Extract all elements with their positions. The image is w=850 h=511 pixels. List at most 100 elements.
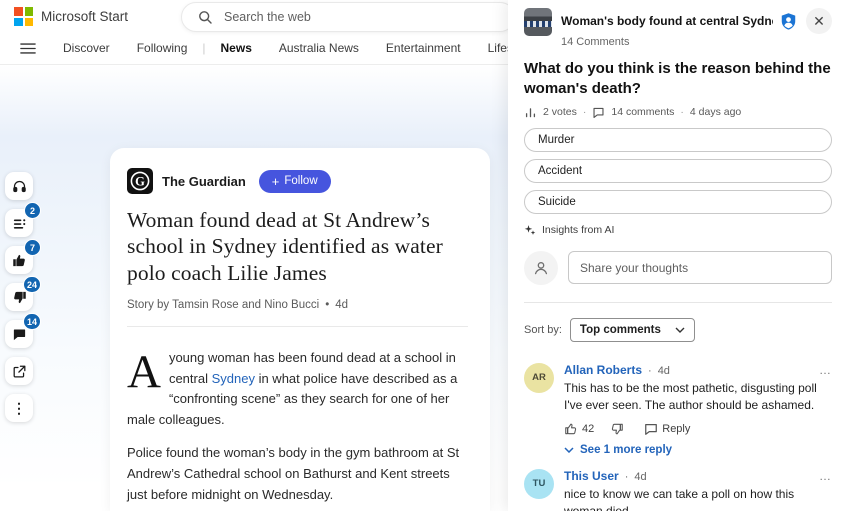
comment-text: This has to be the most pathetic, disgus… xyxy=(564,380,832,415)
article-divider xyxy=(127,326,468,327)
poll-option-murder[interactable]: Murder xyxy=(524,128,832,152)
comment-author[interactable]: Allan Roberts xyxy=(564,363,642,377)
comment-input[interactable] xyxy=(568,251,832,284)
panel-header: Woman's body found at central Sydney sch… xyxy=(524,8,832,48)
brand[interactable]: Microsoft Start xyxy=(14,7,128,26)
summarize-button[interactable]: 2 xyxy=(5,209,33,237)
sydney-link[interactable]: Sydney xyxy=(212,371,255,386)
panel-comments-count: 14 Comments xyxy=(561,36,832,48)
nav-item-news[interactable]: News xyxy=(221,41,252,55)
comment-more-icon[interactable]: … xyxy=(819,473,832,480)
upvote-button[interactable]: 7 xyxy=(5,246,33,274)
stats-separator: · xyxy=(680,106,684,118)
more-options-button[interactable]: ⋮ xyxy=(5,394,33,422)
share-icon xyxy=(12,364,27,379)
panel-header-text: Woman's body found at central Sydney sch… xyxy=(561,8,832,48)
microsoft-logo-icon xyxy=(14,7,33,26)
byline-text: Story by Tamsin Rose and Nino Bucci xyxy=(127,299,319,311)
comment-author[interactable]: This User xyxy=(564,469,619,483)
byline-separator: • xyxy=(325,299,329,311)
poll-question: What do you think is the reason behind t… xyxy=(524,59,832,99)
upvote-badge: 7 xyxy=(24,239,41,256)
downvote-button[interactable]: 24 xyxy=(5,283,33,311)
downvote-badge: 24 xyxy=(23,276,41,293)
comments-badge: 14 xyxy=(23,313,41,330)
thumbs-down-icon xyxy=(12,290,27,305)
verified-shield-icon xyxy=(779,12,798,31)
sort-label: Sort by: xyxy=(524,324,562,336)
article-byline: Story by Tamsin Rose and Nino Bucci • 4d xyxy=(127,299,470,311)
dislike-button[interactable] xyxy=(610,422,628,436)
main-nav: Discover Following | News Australia News… xyxy=(20,41,532,55)
poll-option-suicide[interactable]: Suicide xyxy=(524,190,832,214)
follow-label: Follow xyxy=(284,175,317,187)
nav-item-entertainment[interactable]: Entertainment xyxy=(386,41,461,55)
sort-value: Top comments xyxy=(580,324,661,336)
chevron-down-icon xyxy=(675,327,685,333)
ai-insights[interactable]: Insights from AI xyxy=(524,224,832,236)
see-more-label: See 1 more reply xyxy=(580,444,672,456)
plus-icon: + xyxy=(272,175,280,188)
comment-bubble-icon xyxy=(592,106,605,119)
poll-bars-icon xyxy=(524,106,537,119)
summarize-badge: 2 xyxy=(24,202,41,219)
thumbs-up-icon xyxy=(12,253,27,268)
comment-separator: · xyxy=(625,471,629,483)
sort-row: Sort by: Top comments xyxy=(524,318,832,342)
thumbs-down-icon xyxy=(610,422,624,436)
search-icon xyxy=(197,9,213,25)
comment-age: 4d xyxy=(634,471,646,483)
article-paragraph-2: Police found the woman’s body in the gym… xyxy=(127,443,470,505)
publisher-row: G The Guardian + Follow xyxy=(127,168,470,194)
poll-age: 4 days ago xyxy=(690,106,741,118)
menu-icon[interactable] xyxy=(20,42,36,55)
avatar: AR xyxy=(524,363,554,393)
sort-dropdown[interactable]: Top comments xyxy=(570,318,695,342)
panel-divider xyxy=(524,302,832,303)
guardian-logo-icon: G xyxy=(127,168,153,194)
publisher-name[interactable]: The Guardian xyxy=(162,174,246,189)
poll-option-accident[interactable]: Accident xyxy=(524,159,832,183)
nav-divider: | xyxy=(202,41,205,55)
listen-button[interactable] xyxy=(5,172,33,200)
user-avatar xyxy=(524,251,558,285)
stats-separator: · xyxy=(583,106,587,118)
comments-button[interactable]: 14 xyxy=(5,320,33,348)
drop-cap: A xyxy=(127,348,169,392)
comment-separator: · xyxy=(648,365,652,377)
nav-item-discover[interactable]: Discover xyxy=(63,41,110,55)
nav-item-following[interactable]: Following xyxy=(137,41,188,55)
poll-options: Murder Accident Suicide xyxy=(524,128,832,214)
follow-button[interactable]: + Follow xyxy=(259,170,331,193)
comment-more-icon[interactable]: … xyxy=(819,367,832,374)
svg-text:G: G xyxy=(135,175,145,189)
article-headline: Woman found dead at St Andrew’s school i… xyxy=(127,207,470,286)
reply-label: Reply xyxy=(662,423,690,435)
nav-item-australia-news[interactable]: Australia News xyxy=(279,41,359,55)
page: Microsoft Start Discover Following | New… xyxy=(0,0,850,511)
headphones-icon xyxy=(12,179,27,194)
article-paragraph-1: Ayoung woman has been found dead at a sc… xyxy=(127,348,470,430)
comment-item: AR Allan Roberts · 4d … This has to be t… xyxy=(524,363,832,456)
chevron-down-icon xyxy=(564,447,574,453)
comments-panel: Woman's body found at central Sydney sch… xyxy=(508,0,850,511)
article-card: G The Guardian + Follow Woman found dead… xyxy=(110,148,490,511)
reply-button[interactable]: Reply xyxy=(644,422,690,436)
article-thumbnail xyxy=(524,8,552,36)
close-icon[interactable]: ✕ xyxy=(806,8,832,34)
comment-text: nice to know we can take a poll on how t… xyxy=(564,486,832,511)
like-button[interactable]: 42 xyxy=(564,422,594,436)
see-more-replies[interactable]: See 1 more reply xyxy=(564,444,832,456)
more-vertical-icon: ⋮ xyxy=(12,401,26,415)
comment-icon xyxy=(12,327,27,342)
ai-insights-label: Insights from AI xyxy=(542,224,614,236)
poll-stats: 2 votes · 14 comments · 4 days ago xyxy=(524,106,832,119)
summarize-icon xyxy=(12,216,27,231)
comment-age: 4d xyxy=(658,365,670,377)
like-count: 42 xyxy=(582,423,594,435)
avatar: TU xyxy=(524,469,554,499)
action-rail: 2 7 24 14 ⋮ xyxy=(5,172,33,422)
share-button[interactable] xyxy=(5,357,33,385)
search-bar[interactable] xyxy=(181,2,515,32)
search-input[interactable] xyxy=(224,10,499,24)
